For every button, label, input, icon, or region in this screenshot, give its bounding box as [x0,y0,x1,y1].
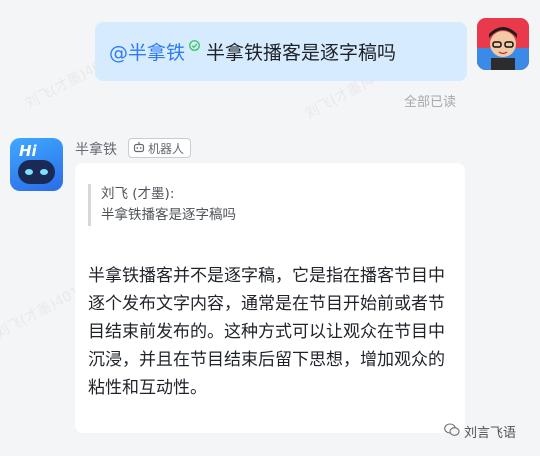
robot-icon [133,141,145,156]
signature-text: 刘言飞语 [464,426,517,441]
quote-author: 刘飞 (才墨): [101,186,175,202]
bot-message-bubble[interactable]: 刘飞 (才墨): 半拿铁播客是逐字稿吗 半拿铁播客并不是逐字稿，它是指在播客节目… [75,163,465,433]
bot-avatar-label: Hi [19,142,37,160]
signature: 刘言飞语 [444,422,516,441]
bot-avatar[interactable]: Hi [10,138,63,191]
check-icon [189,34,200,56]
user-message-text: 半拿铁播客是逐字稿吗 [206,42,397,64]
quote-text: 半拿铁播客是逐字稿吗 [101,207,236,223]
user-avatar[interactable] [477,18,529,70]
user-message-bubble[interactable]: @半拿铁 半拿铁播客是逐字稿吗 [95,22,467,81]
bot-badge-label: 机器人 [148,141,185,156]
quoted-message[interactable]: 刘飞 (才墨): 半拿铁播客是逐字稿吗 [88,184,236,226]
read-status[interactable]: 全部已读 [404,91,456,110]
bot-answer-text: 半拿铁播客并不是逐字稿，它是指在播客节目中逐个发布文字内容，通常是在节目开始前或… [88,266,445,398]
wechat-icon [444,422,460,441]
mention-tag[interactable]: @半拿铁 [109,38,185,65]
bot-badge: 机器人 [128,138,192,158]
bot-name[interactable]: 半拿铁 [75,139,117,159]
